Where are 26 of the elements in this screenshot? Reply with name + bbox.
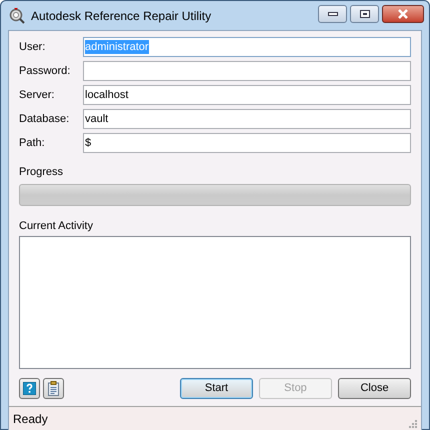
- close-icon: [397, 9, 409, 19]
- window-title: Autodesk Reference Repair Utility: [31, 8, 212, 24]
- field-label: Password:: [19, 64, 72, 79]
- maximize-icon: [360, 10, 370, 18]
- clipboard-icon: [48, 381, 59, 396]
- input-field[interactable]: $: [83, 133, 411, 153]
- question-mark-icon: [23, 382, 36, 395]
- progress-label: Progress: [19, 165, 64, 179]
- field-label: Server:: [19, 88, 56, 103]
- field-label: Path:: [19, 136, 46, 151]
- field-label: Database:: [19, 112, 70, 127]
- minimize-icon: [328, 12, 338, 16]
- field-label: User:: [19, 40, 46, 55]
- status-text: Ready: [13, 410, 48, 428]
- dialog-button[interactable]: Start: [180, 378, 253, 399]
- input-field[interactable]: vault: [83, 109, 411, 129]
- help-button[interactable]: [19, 378, 40, 399]
- maximize-button[interactable]: [350, 5, 379, 23]
- close-window-button[interactable]: [382, 5, 424, 23]
- input-field[interactable]: localhost: [83, 85, 411, 105]
- current-activity-label: Current Activity: [19, 219, 94, 233]
- clipboard-button[interactable]: [43, 378, 64, 399]
- minimize-button[interactable]: [318, 5, 347, 23]
- magnifier-gear-icon: [9, 8, 25, 24]
- dialog-button[interactable]: Close: [338, 378, 411, 399]
- input-field[interactable]: [83, 61, 411, 81]
